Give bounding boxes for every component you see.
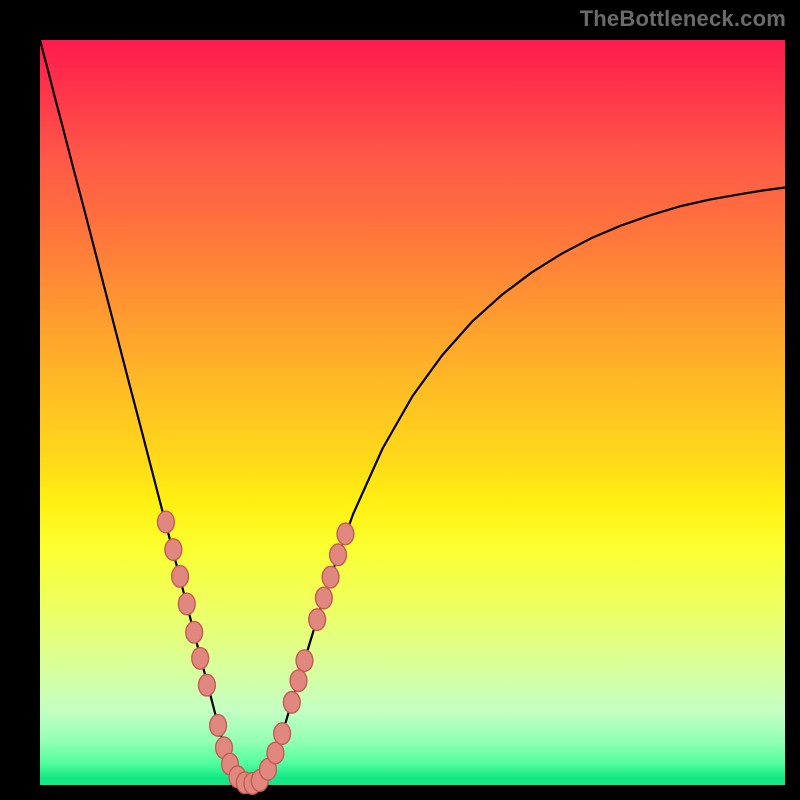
bead xyxy=(210,715,227,737)
bead xyxy=(172,566,189,588)
plot-area xyxy=(40,40,785,785)
bead xyxy=(186,621,203,643)
watermark-text: TheBottleneck.com xyxy=(580,6,786,32)
chart-svg xyxy=(40,40,785,785)
bead xyxy=(290,670,307,692)
bead xyxy=(315,587,332,609)
bead xyxy=(330,544,347,566)
bead xyxy=(178,593,195,615)
bead xyxy=(192,648,209,670)
bead xyxy=(296,650,313,672)
bead xyxy=(274,723,291,745)
chart-stage: TheBottleneck.com xyxy=(0,0,800,800)
bead xyxy=(158,511,175,533)
bead xyxy=(337,523,354,545)
bottleneck-curve xyxy=(40,40,785,784)
bead-group xyxy=(158,511,354,794)
bead xyxy=(309,609,326,631)
bead xyxy=(267,742,284,764)
bead xyxy=(283,692,300,714)
bead xyxy=(165,539,182,561)
bead xyxy=(322,566,339,588)
bead xyxy=(198,674,215,696)
